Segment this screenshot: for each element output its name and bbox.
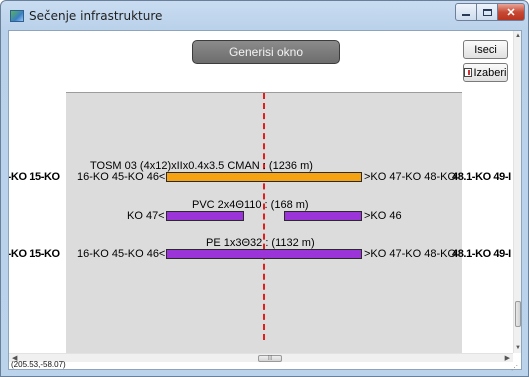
cross-section-canvas[interactable]: TOSM 03 (4x12)xIIx0.4x3.5 CMAN : (1236 m… — [9, 71, 513, 353]
cable-label-pvc: PVC 2x4Θ110 : (168 m) — [192, 199, 309, 211]
cable-bar-pvc-left[interactable] — [166, 211, 244, 221]
route-left-bold-pe: I-KO 15-KO — [9, 248, 60, 260]
cable-label-pe: PE 1x3Θ32 : (1132 m) — [206, 237, 315, 249]
close-button[interactable]: ✕ — [497, 3, 525, 21]
horizontal-scrollbar[interactable]: ◀ ||| ▶ — [9, 353, 513, 362]
maximize-icon — [482, 8, 492, 16]
maximize-button[interactable] — [476, 3, 498, 21]
cable-bar-pe[interactable] — [166, 249, 362, 259]
route-left-pe: 16-KO 45-KO 46< — [77, 248, 166, 260]
vertical-scroll-thumb[interactable] — [515, 301, 521, 327]
main-window: Sečenje infrastrukture ✕ Generisi okno I… — [0, 0, 529, 377]
route-left-pvc: KO 47< — [127, 210, 165, 222]
route-right-bold: 48.1-KO 49-I — [452, 171, 511, 183]
generate-window-button[interactable]: Generisi okno — [192, 40, 340, 64]
scroll-up-icon[interactable]: ▲ — [515, 33, 521, 39]
route-left: 16-KO 45-KO 46< — [77, 171, 166, 183]
client-area: Generisi okno Iseci Izaberi ▲ ▼ TOSM 03 … — [8, 30, 522, 372]
cut-button[interactable]: Iseci — [463, 40, 508, 59]
horizontal-scroll-thumb[interactable]: ||| — [258, 355, 282, 362]
cut-line — [263, 93, 265, 340]
vertical-scrollbar[interactable]: ▲ ▼ — [513, 31, 521, 353]
route-right-bold-pe: 48.1-KO 49-I — [452, 248, 511, 260]
cable-bar-tosm[interactable] — [166, 172, 362, 182]
app-icon — [10, 10, 24, 22]
route-left-bold: I-KO 15-KO — [9, 171, 60, 183]
close-icon: ✕ — [506, 6, 516, 19]
cable-bar-pvc-right[interactable] — [284, 211, 362, 221]
route-right-pe: >KO 47-KO 48-KO — [364, 248, 457, 260]
route-right: >KO 47-KO 48-KO — [364, 171, 457, 183]
resize-grip-icon[interactable]: ⋰ — [511, 364, 518, 372]
minimize-button[interactable] — [455, 3, 477, 21]
route-right-pvc: >KO 46 — [364, 210, 402, 222]
window-title: Sečenje infrastrukture — [29, 9, 163, 23]
status-bar: (205.53,-58.07) ⋰ — [9, 360, 521, 372]
title-bar[interactable]: Sečenje infrastrukture ✕ — [1, 1, 528, 31]
coordinates-readout: (205.53,-58.07) — [11, 360, 66, 369]
minimize-icon — [462, 14, 470, 16]
scroll-down-icon[interactable]: ▼ — [515, 345, 521, 351]
